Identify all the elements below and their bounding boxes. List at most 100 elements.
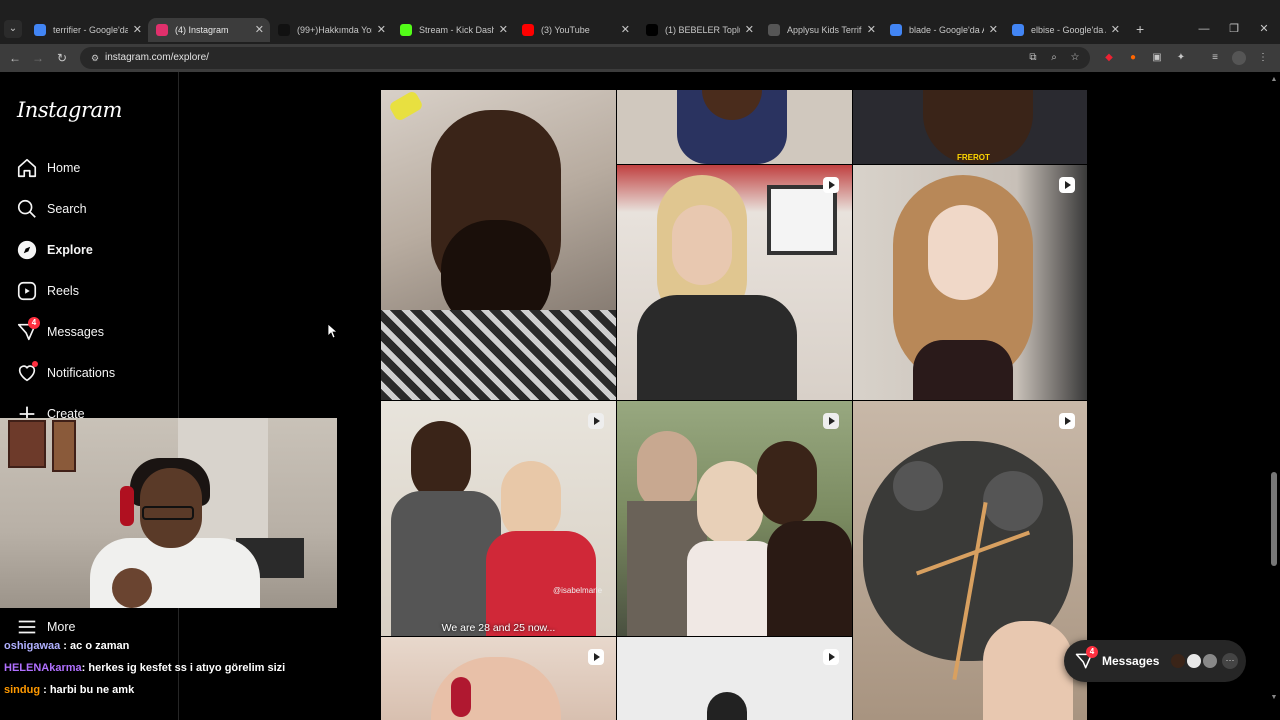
tab-close-icon[interactable]: ✕ <box>621 18 630 42</box>
tab-close-icon[interactable]: ✕ <box>989 18 998 42</box>
browser-tab[interactable]: Stream - Kick Dashbo ✕ <box>392 18 514 42</box>
mouse-cursor-icon <box>328 324 338 339</box>
tab-title: (1) BEBELER Topluluk <box>665 25 740 35</box>
reload-button[interactable]: ↻ <box>53 49 71 67</box>
scrollbar-thumb[interactable] <box>1271 472 1277 566</box>
home-icon <box>17 158 37 178</box>
address-bar[interactable]: ⚙ instagram.com/explore/ ⧉ ⌕ ☆ <box>80 47 1090 69</box>
chat-text: : ac o zaman <box>60 640 130 652</box>
explore-tile[interactable] <box>617 637 852 720</box>
tile-watermark: @isabelmarie <box>553 586 603 595</box>
install-app-icon[interactable]: ⧉ <box>1026 51 1040 65</box>
google-icon <box>1012 24 1024 36</box>
notification-badge: 4 <box>28 317 40 329</box>
browser-tab[interactable]: elbise - Google'da Ar ✕ <box>1004 18 1126 42</box>
bookmark-star-icon[interactable]: ☆ <box>1068 51 1082 65</box>
instagram-logo[interactable]: Instagram <box>17 98 122 122</box>
forward-button[interactable]: → <box>29 49 47 67</box>
tab-close-icon[interactable]: ✕ <box>377 18 386 42</box>
sidebar-item-more[interactable]: More <box>16 612 166 642</box>
browser-menu-icon[interactable]: ⋮ <box>1256 51 1270 65</box>
sidebar-item-label: Home <box>47 161 81 175</box>
explore-tile[interactable] <box>617 90 852 164</box>
tile-caption: We are 28 and 25 now... <box>441 622 556 634</box>
sidebar-item-label: More <box>47 620 76 634</box>
explore-tile[interactable] <box>381 637 616 720</box>
chat-message: oshigawaa : ac o zaman <box>4 640 129 652</box>
tab-title: (4) Instagram <box>175 25 229 35</box>
browser-tab[interactable]: blade - Google'da Ara ✕ <box>882 18 1004 42</box>
chat-message: HELENAkarma: herkes ig kesfet ss i atıyo… <box>4 662 285 674</box>
address-url[interactable]: instagram.com/explore/ <box>105 47 209 69</box>
x-icon <box>646 24 658 36</box>
tab-title: (99+)Hakkımda Yorum <box>297 25 372 35</box>
extension-red-icon[interactable]: ◆ <box>1102 51 1116 65</box>
scroll-up-icon[interactable]: ▲ <box>1270 76 1278 84</box>
explore-grid: FREROT @isabelmarie We are 28 and 25 now… <box>381 90 1087 720</box>
kick-icon <box>400 24 412 36</box>
back-button[interactable]: ← <box>6 49 24 67</box>
close-window-button[interactable]: ✕ <box>1256 20 1272 38</box>
scroll-down-icon[interactable]: ▼ <box>1270 694 1278 702</box>
tile-tag: FREROT <box>957 153 990 162</box>
site-info-icon[interactable]: ⚙ <box>88 51 102 65</box>
sidebar-item-search[interactable]: Search <box>16 194 166 224</box>
sidebar-item-notifications[interactable]: Notifications <box>16 358 166 388</box>
minimize-button[interactable]: — <box>1196 20 1212 38</box>
explore-tile[interactable] <box>853 165 1087 400</box>
sidebar-item-home[interactable]: Home <box>16 153 166 183</box>
avatar <box>1170 653 1186 669</box>
avatar <box>1202 653 1218 669</box>
tab-close-icon[interactable]: ✕ <box>867 18 876 42</box>
reel-icon <box>823 177 839 193</box>
explore-tile[interactable]: FREROT <box>853 90 1087 164</box>
compass-icon <box>17 240 37 260</box>
sidebar-item-explore[interactable]: Explore <box>16 235 166 265</box>
extension-orange-icon[interactable]: ● <box>1126 51 1140 65</box>
browser-tab[interactable]: (1) BEBELER Topluluk ✕ <box>638 18 760 42</box>
chat-text: : herkes ig kesfet ss i atıyo görelim si… <box>81 662 286 674</box>
tab-close-icon[interactable]: ✕ <box>499 18 508 42</box>
browser-tab[interactable]: (4) Instagram ✕ <box>148 18 270 42</box>
explore-tile[interactable] <box>381 90 616 400</box>
browser-tab[interactable]: (99+)Hakkımda Yorum ✕ <box>270 18 392 42</box>
maximize-button[interactable]: ❐ <box>1226 20 1242 38</box>
sidebar-item-label: Reels <box>47 284 79 298</box>
reel-icon <box>588 649 604 665</box>
explore-tile[interactable] <box>853 401 1087 720</box>
tab-search-dropdown-icon[interactable]: ⌄ <box>4 20 22 38</box>
tab-title: terrifier - Google'da A <box>53 25 128 35</box>
reel-icon <box>1059 413 1075 429</box>
extensions-puzzle-icon[interactable]: ✦ <box>1174 51 1188 65</box>
tab-title: (3) YouTube <box>541 25 590 35</box>
zoom-icon[interactable]: ⌕ <box>1047 51 1061 65</box>
media-control-icon[interactable]: ≡ <box>1208 51 1222 65</box>
explore-tile[interactable]: @isabelmarie We are 28 and 25 now... <box>381 401 616 636</box>
reels-icon <box>17 281 37 301</box>
tab-close-icon[interactable]: ✕ <box>745 18 754 42</box>
browser-tab[interactable]: Applysu Kids Terrifier ✕ <box>760 18 882 42</box>
explore-tile[interactable] <box>617 165 852 400</box>
messages-badge: 4 <box>1086 646 1098 658</box>
page-scrollbar[interactable]: ▲ ▼ <box>1268 72 1280 720</box>
sidebar-item-reels[interactable]: Reels <box>16 276 166 306</box>
browser-tab[interactable]: terrifier - Google'da A ✕ <box>26 18 148 42</box>
tab-title: Stream - Kick Dashbo <box>419 25 494 35</box>
tab-title: blade - Google'da Ara <box>909 25 984 35</box>
messages-pill[interactable]: 4 Messages ··· <box>1064 640 1246 682</box>
reel-icon <box>823 413 839 429</box>
tab-close-icon[interactable]: ✕ <box>255 18 264 42</box>
profile-avatar[interactable] <box>1232 51 1246 65</box>
browser-tab[interactable]: (3) YouTube ✕ <box>514 18 636 42</box>
new-tab-button[interactable]: + <box>1136 20 1150 38</box>
extension-box-icon[interactable]: ▣ <box>1150 51 1164 65</box>
chat-username: HELENAkarma <box>4 662 82 674</box>
notification-dot <box>32 361 38 367</box>
tiktok-icon <box>278 24 290 36</box>
sidebar-item-messages[interactable]: Messages 4 <box>16 317 166 347</box>
explore-tile[interactable] <box>617 401 852 636</box>
tab-close-icon[interactable]: ✕ <box>1111 18 1120 42</box>
tab-close-icon[interactable]: ✕ <box>133 18 142 42</box>
streamer-webcam <box>0 418 337 608</box>
reel-icon <box>588 413 604 429</box>
